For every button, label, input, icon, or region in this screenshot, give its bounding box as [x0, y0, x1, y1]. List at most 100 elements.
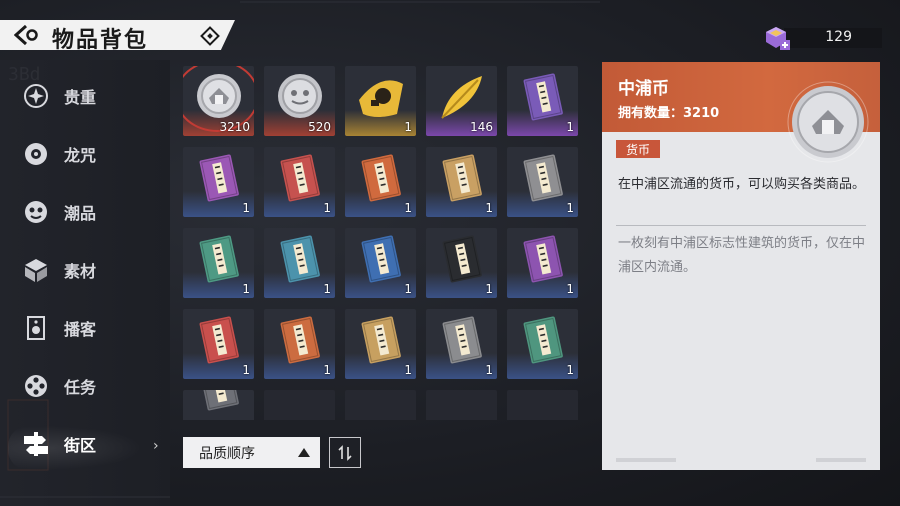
item-lore: 一枚刻有中浦区标志性建筑的货币，仅在中浦区内流通。 [618, 236, 866, 275]
item-count: 1 [404, 282, 412, 296]
currency-value: 129 [825, 29, 852, 45]
book-icon [280, 154, 320, 202]
book-icon [199, 390, 239, 411]
coin-icon [787, 81, 869, 163]
divider [616, 225, 866, 226]
inventory-slot[interactable]: 1 [426, 309, 497, 379]
item-count: 1 [485, 363, 493, 377]
item-count: 3210 [219, 120, 250, 134]
inventory-slot[interactable]: 1 [183, 228, 254, 298]
book-icon [442, 316, 482, 364]
inventory-slot[interactable]: 1 [345, 228, 416, 298]
book-icon [361, 316, 401, 364]
sidebar-item-label: 任务 [64, 378, 97, 397]
mask-icon [22, 198, 50, 226]
inventory-slot[interactable]: 1 [426, 147, 497, 217]
speaker-icon [22, 314, 50, 342]
item-count: 1 [242, 363, 250, 377]
sidebar-item-valuables[interactable]: 贵重 [22, 76, 162, 116]
sort-order-icon [338, 444, 352, 461]
disc-icon [22, 140, 50, 168]
item-count: 1 [323, 363, 331, 377]
item-count: 1 [242, 201, 250, 215]
sidebar-item-quests[interactable]: 任务 [22, 366, 162, 406]
sidebar-item-materials[interactable]: 素材 [22, 250, 162, 290]
inventory-slot[interactable]: 1 [507, 228, 578, 298]
item-count: 146 [470, 120, 493, 134]
item-count: 1 [566, 201, 574, 215]
empty-slot [426, 390, 497, 420]
item-count: 1 [404, 201, 412, 215]
inventory-slot[interactable] [183, 390, 254, 420]
gold-badge-icon [359, 80, 403, 117]
sidebar-item-street[interactable]: 街区 [22, 424, 162, 464]
coin-alt-icon [278, 74, 322, 118]
inventory-slot[interactable]: 1 [264, 147, 335, 217]
inventory-slot[interactable]: 1 [264, 228, 335, 298]
sort-order-button[interactable] [329, 437, 361, 468]
inventory-slot[interactable]: 1 [183, 147, 254, 217]
film-reel-icon [22, 372, 50, 400]
category-tag: 货币 [616, 140, 660, 158]
item-count: 1 [566, 363, 574, 377]
item-count: 1 [566, 120, 574, 134]
currency-display[interactable]: 129 [762, 24, 882, 52]
sidebar-item-label: 龙咒 [64, 146, 97, 165]
diamond-icon [200, 26, 220, 46]
empty-slot [345, 390, 416, 420]
sidebar-item-podcast[interactable]: 播客 [22, 308, 162, 348]
decorative-footer [616, 458, 866, 462]
book-icon [280, 316, 320, 364]
item-detail-panel: 中浦币 拥有数量：3210 货币 在中浦区流通的货币，可以购买各类商品。 一枚刻… [602, 62, 880, 470]
back-button[interactable] [10, 20, 44, 50]
inventory-slot[interactable]: 146 [426, 66, 497, 136]
sort-label: 品质顺序 [199, 445, 255, 462]
cube-icon [22, 256, 50, 284]
inventory-slot[interactable]: 1 [345, 147, 416, 217]
item-count: 1 [242, 282, 250, 296]
item-owned-count: 拥有数量：3210 [618, 106, 720, 121]
back-arrow-icon [14, 24, 38, 46]
empty-slot [264, 390, 335, 420]
book-icon [523, 154, 563, 202]
purple-gem-icon [766, 27, 790, 50]
book-icon [442, 154, 482, 202]
item-count: 1 [323, 282, 331, 296]
chevron-right-icon: › [153, 438, 159, 454]
book-icon [523, 235, 563, 283]
item-count: 1 [404, 120, 412, 134]
page-title: 物品背包 [52, 28, 149, 53]
book-icon [199, 154, 239, 202]
book-icon [280, 235, 320, 283]
book-icon [523, 73, 563, 121]
book-icon [199, 316, 239, 364]
gold-feather-icon [441, 76, 482, 119]
inventory-slot[interactable]: 1 [183, 309, 254, 379]
item-count: 1 [323, 201, 331, 215]
item-description: 在中浦区流通的货币，可以购买各类商品。 [618, 177, 866, 192]
inventory-slot[interactable]: 1 [507, 66, 578, 136]
street-sign-icon [22, 430, 50, 458]
sidebar-item-label: 素材 [64, 262, 97, 281]
sidebar-item-label: 街区 [64, 436, 97, 455]
item-count: 1 [404, 363, 412, 377]
inventory-slot[interactable]: 3210 [183, 66, 254, 136]
inventory-slot[interactable]: 1 [345, 309, 416, 379]
sparkle-icon [22, 82, 50, 110]
sidebar-item-dragon-curse[interactable]: 龙咒 [22, 134, 162, 174]
inventory-slot[interactable]: 520 [264, 66, 335, 136]
sidebar-item-fashion[interactable]: 潮品 [22, 192, 162, 232]
book-icon [199, 235, 239, 283]
inventory-slot[interactable]: 1 [507, 309, 578, 379]
inventory-slot[interactable]: 1 [507, 147, 578, 217]
category-sidebar: 贵重 龙咒 潮品 素材 播客 任务 街区 › [0, 64, 175, 506]
sidebar-item-label: 贵重 [64, 88, 97, 107]
inventory-slot[interactable]: 1 [345, 66, 416, 136]
book-icon [442, 235, 482, 283]
inventory-slot[interactable]: 1 [264, 309, 335, 379]
sort-dropdown[interactable]: 品质顺序 [183, 437, 320, 468]
inventory-grid: 3210 520 1 146 1 1 1 1 1 1 1 1 1 1 1 1 1 1 1 1 [183, 66, 583, 420]
book-icon [361, 235, 401, 283]
item-count: 1 [485, 201, 493, 215]
inventory-slot[interactable]: 1 [426, 228, 497, 298]
